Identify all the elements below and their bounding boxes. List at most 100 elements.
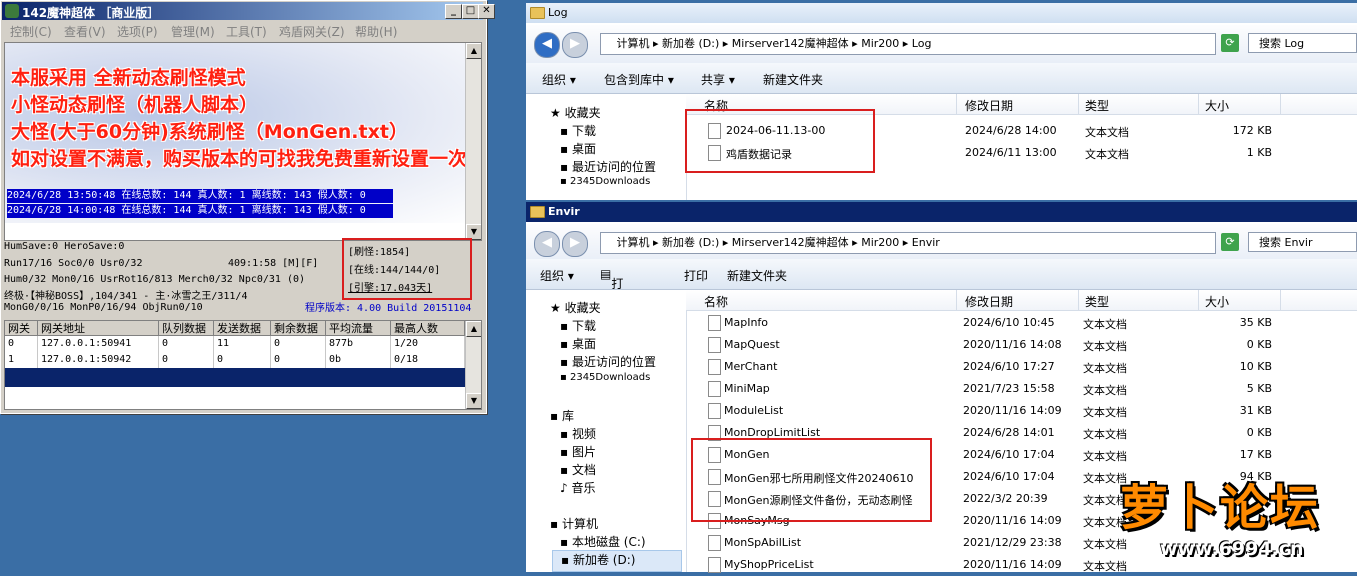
nav-favorites[interactable]: ★ 收藏夹: [550, 299, 601, 316]
log-address-bar[interactable]: 计算机 ▸ 新加卷 (D:) ▸ Mirserver142魔神超体 ▸ Mir2…: [600, 33, 1216, 55]
close-button[interactable]: ✕: [478, 4, 495, 19]
table-cell: 0b: [326, 352, 391, 368]
nav-2345downloads[interactable]: ▪ 2345Downloads: [560, 372, 650, 383]
nav-desktop[interactable]: ▪ 桌面: [560, 140, 596, 157]
col-size[interactable]: 大小: [1205, 97, 1229, 114]
server-window-titlebar[interactable]: 142魔神超体 ［商业版］ _ □ ✕: [2, 2, 495, 20]
server-console-window: 142魔神超体 ［商业版］ _ □ ✕ 控制(C) 查看(V) 选项(P) 管理…: [0, 0, 495, 414]
nav-downloads[interactable]: ▪ 下载: [560, 122, 596, 139]
col-type[interactable]: 类型: [1085, 97, 1109, 114]
selected-empty-row[interactable]: [5, 368, 465, 387]
nav-favorites[interactable]: ★ 收藏夹: [550, 104, 601, 121]
file-row[interactable]: MiniMap 2021/7/23 15:58 文本文档 5 KB: [686, 378, 1357, 400]
table-cell: 0: [271, 352, 326, 368]
gateway-col-header[interactable]: 网关: [5, 321, 38, 336]
organize-button[interactable]: 组织 ▾: [542, 71, 576, 88]
refresh-icon[interactable]: ⟳: [1221, 233, 1239, 251]
file-name: MiniMap: [724, 382, 770, 395]
breadcrumb-item[interactable]: 计算机: [617, 236, 650, 249]
file-row[interactable]: MapInfo 2024/6/10 10:45 文本文档 35 KB: [686, 312, 1357, 334]
nav-documents[interactable]: ▪ 文档: [560, 461, 596, 478]
gateway-col-header[interactable]: 队列数据: [159, 321, 214, 336]
envir-address-bar[interactable]: 计算机 ▸ 新加卷 (D:) ▸ Mirserver142魔神超体 ▸ Mir2…: [600, 232, 1216, 254]
breadcrumb-item[interactable]: Mirserver142魔神超体: [732, 236, 849, 249]
log-nav-pane: ★ 收藏夹 ▪ 下载 ▪ 桌面 ▪ 最近访问的位置 ▪ 2345Download…: [526, 94, 687, 200]
menu-tools[interactable]: 工具(T): [226, 23, 267, 40]
minimize-button[interactable]: _: [445, 4, 462, 19]
back-arrow-icon[interactable]: ◀: [534, 32, 560, 58]
breadcrumb-item[interactable]: 新加卷 (D:): [662, 236, 719, 249]
forward-arrow-icon[interactable]: ▶: [562, 231, 588, 257]
file-name: MonSpAbilList: [724, 536, 802, 549]
nav-desktop[interactable]: ▪ 桌面: [560, 335, 596, 352]
nav-drive-c[interactable]: ▪ 本地磁盘 (C:): [560, 533, 646, 550]
highlight-log-files: [685, 109, 875, 173]
maximize-button[interactable]: □: [462, 4, 479, 19]
gateway-table: 网关 网关地址 队列数据 发送数据 剩余数据 平均流量 最高人数 0 127.0…: [4, 320, 482, 410]
nav-computer[interactable]: ▪ 计算机: [550, 515, 598, 532]
gateway-col-header[interactable]: 网关地址: [38, 321, 159, 336]
menu-control[interactable]: 控制(C): [10, 23, 52, 40]
open-button[interactable]: ▤ 打开 ▾: [600, 267, 623, 323]
refresh-icon[interactable]: ⟳: [1221, 34, 1239, 52]
include-in-library-button[interactable]: 包含到库中 ▾: [604, 71, 674, 88]
log-window-titlebar[interactable]: Log: [526, 3, 1357, 23]
col-date[interactable]: 修改日期: [965, 97, 1013, 114]
nav-recent[interactable]: ▪ 最近访问的位置: [560, 158, 656, 175]
menu-manage[interactable]: 管理(M): [171, 23, 215, 40]
gateway-col-header[interactable]: 发送数据: [214, 321, 271, 336]
breadcrumb-item[interactable]: Mir200: [861, 236, 899, 249]
envir-window-titlebar[interactable]: Envir: [526, 202, 1357, 222]
col-size[interactable]: 大小: [1205, 293, 1229, 310]
nav-downloads[interactable]: ▪ 下载: [560, 317, 596, 334]
breadcrumb-item[interactable]: 新加卷 (D:): [662, 37, 719, 50]
file-type: 文本文档: [1083, 318, 1127, 331]
menu-shield-gateway[interactable]: 鸡盾网关(Z): [279, 23, 345, 40]
breadcrumb-item[interactable]: Mirserver142魔神超体: [732, 37, 849, 50]
envir-search-input[interactable]: 搜索 Envir: [1248, 232, 1357, 252]
breadcrumb-item[interactable]: Envir: [912, 236, 940, 249]
nav-music[interactable]: ♪ 音乐: [560, 479, 596, 496]
table-scrollbar[interactable]: ▲ ▼: [465, 321, 481, 409]
nav-recent[interactable]: ▪ 最近访问的位置: [560, 353, 656, 370]
log-scrollbar[interactable]: ▲ ▼: [465, 43, 481, 240]
gateway-col-header[interactable]: 平均流量: [326, 321, 391, 336]
nav-pictures[interactable]: ▪ 图片: [560, 443, 596, 460]
new-folder-button[interactable]: 新建文件夹: [727, 267, 787, 284]
breadcrumb-item[interactable]: Log: [912, 37, 932, 50]
scroll-down-button[interactable]: ▼: [466, 393, 481, 409]
col-name[interactable]: 名称: [704, 293, 728, 310]
menu-view[interactable]: 查看(V): [64, 23, 106, 40]
table-cell: 0/18: [391, 352, 465, 368]
back-arrow-icon[interactable]: ◀: [534, 231, 560, 257]
menu-options[interactable]: 选项(P): [117, 23, 158, 40]
menu-help[interactable]: 帮助(H): [355, 23, 397, 40]
nav-2345downloads[interactable]: ▪ 2345Downloads: [560, 176, 650, 187]
scroll-up-button[interactable]: ▲: [466, 321, 481, 337]
col-type[interactable]: 类型: [1085, 293, 1109, 310]
col-date[interactable]: 修改日期: [965, 293, 1013, 310]
site-watermark: 萝卜论坛 www.6994.cn: [1120, 464, 1350, 572]
table-cell: 877b: [326, 336, 391, 352]
share-button[interactable]: 共享 ▾: [701, 71, 735, 88]
file-row[interactable]: MerChant 2024/6/10 17:27 文本文档 10 KB: [686, 356, 1357, 378]
table-cell: 127.0.0.1:50941: [38, 336, 159, 352]
breadcrumb-item[interactable]: Mir200: [861, 37, 899, 50]
nav-drive-d[interactable]: ▪ 新加卷 (D:): [552, 550, 682, 572]
file-row[interactable]: ModuleList 2020/11/16 14:09 文本文档 31 KB: [686, 400, 1357, 422]
new-folder-button[interactable]: 新建文件夹: [763, 71, 823, 88]
log-line: 2024/6/28 14:00:48 在线总数: 144 真人数: 1 离线数:…: [7, 204, 393, 218]
nav-libraries[interactable]: ▪ 库: [550, 407, 574, 424]
breadcrumb-item[interactable]: 计算机: [617, 37, 650, 50]
nav-videos[interactable]: ▪ 视频: [560, 425, 596, 442]
organize-button[interactable]: 组织 ▾: [540, 267, 574, 284]
gateway-col-header[interactable]: 最高人数: [391, 321, 465, 336]
text-file-icon: [708, 315, 721, 331]
file-row[interactable]: MapQuest 2020/11/16 14:08 文本文档 0 KB: [686, 334, 1357, 356]
gateway-col-header[interactable]: 剩余数据: [271, 321, 326, 336]
scroll-up-button[interactable]: ▲: [466, 43, 481, 59]
log-search-input[interactable]: 搜索 Log: [1248, 33, 1357, 53]
print-button[interactable]: 打印: [684, 267, 708, 284]
file-date: 2024/6/28 14:01: [963, 426, 1055, 439]
forward-arrow-icon[interactable]: ▶: [562, 32, 588, 58]
